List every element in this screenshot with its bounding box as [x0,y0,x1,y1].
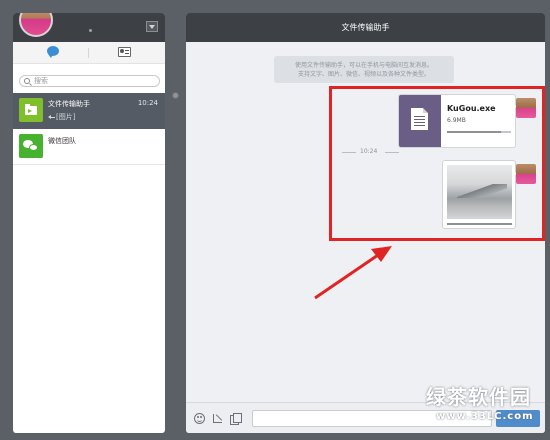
conversation-preview: [图片] [48,112,75,122]
contacts-tab-icon[interactable] [118,46,132,59]
watermark-title: 绿茶软件园 [426,385,531,409]
watermark-logo: 绿茶软件园 www.33LC.com [418,381,548,437]
highlight-box [329,86,545,241]
contacts-panel: 搜索 文件传输助手 10:24 [图片] 微信团队 [13,13,165,433]
conversation-name: 微信团队 [48,137,76,145]
system-notice: 使用文件传输助手，可以在手机与电脑间互发消息。 支持文字、图片、微信、视频以及各… [274,56,454,83]
wechat-logo-icon [19,134,43,158]
emoji-icon[interactable] [194,413,205,424]
file-transfer-avatar-icon [19,98,43,122]
tab-divider [88,48,89,58]
send-file-icon[interactable] [230,413,242,425]
menu-dropdown-icon[interactable] [146,21,158,32]
conversation-name: 文件传输助手 [48,100,90,108]
conversation-preview-text: [图片] [56,113,76,121]
status-dot-icon [89,29,92,32]
chat-title: 文件传输助手 [186,13,545,42]
system-notice-line: 支持文字、图片、微信、视频以及各种文件类型。 [297,71,430,78]
watermark-url: www.33LC.com [436,411,534,422]
panel-resize-handle[interactable] [172,92,179,99]
sent-arrow-icon [48,114,55,120]
sidebar-tabbar [13,42,165,64]
conversation-item-wechat-team[interactable]: 微信团队 [13,129,165,165]
system-notice-line: 使用文件传输助手，可以在手机与电脑间互发消息。 [294,62,433,69]
chat-tab-icon[interactable] [46,46,60,59]
conversation-item-file-transfer[interactable]: 文件传输助手 10:24 [图片] [13,93,165,129]
conversation-time: 10:24 [137,99,158,107]
search-input[interactable]: 搜索 [19,75,160,87]
screenshot-icon[interactable] [212,413,223,424]
search-placeholder: 搜索 [34,77,48,85]
search-icon [24,78,30,84]
